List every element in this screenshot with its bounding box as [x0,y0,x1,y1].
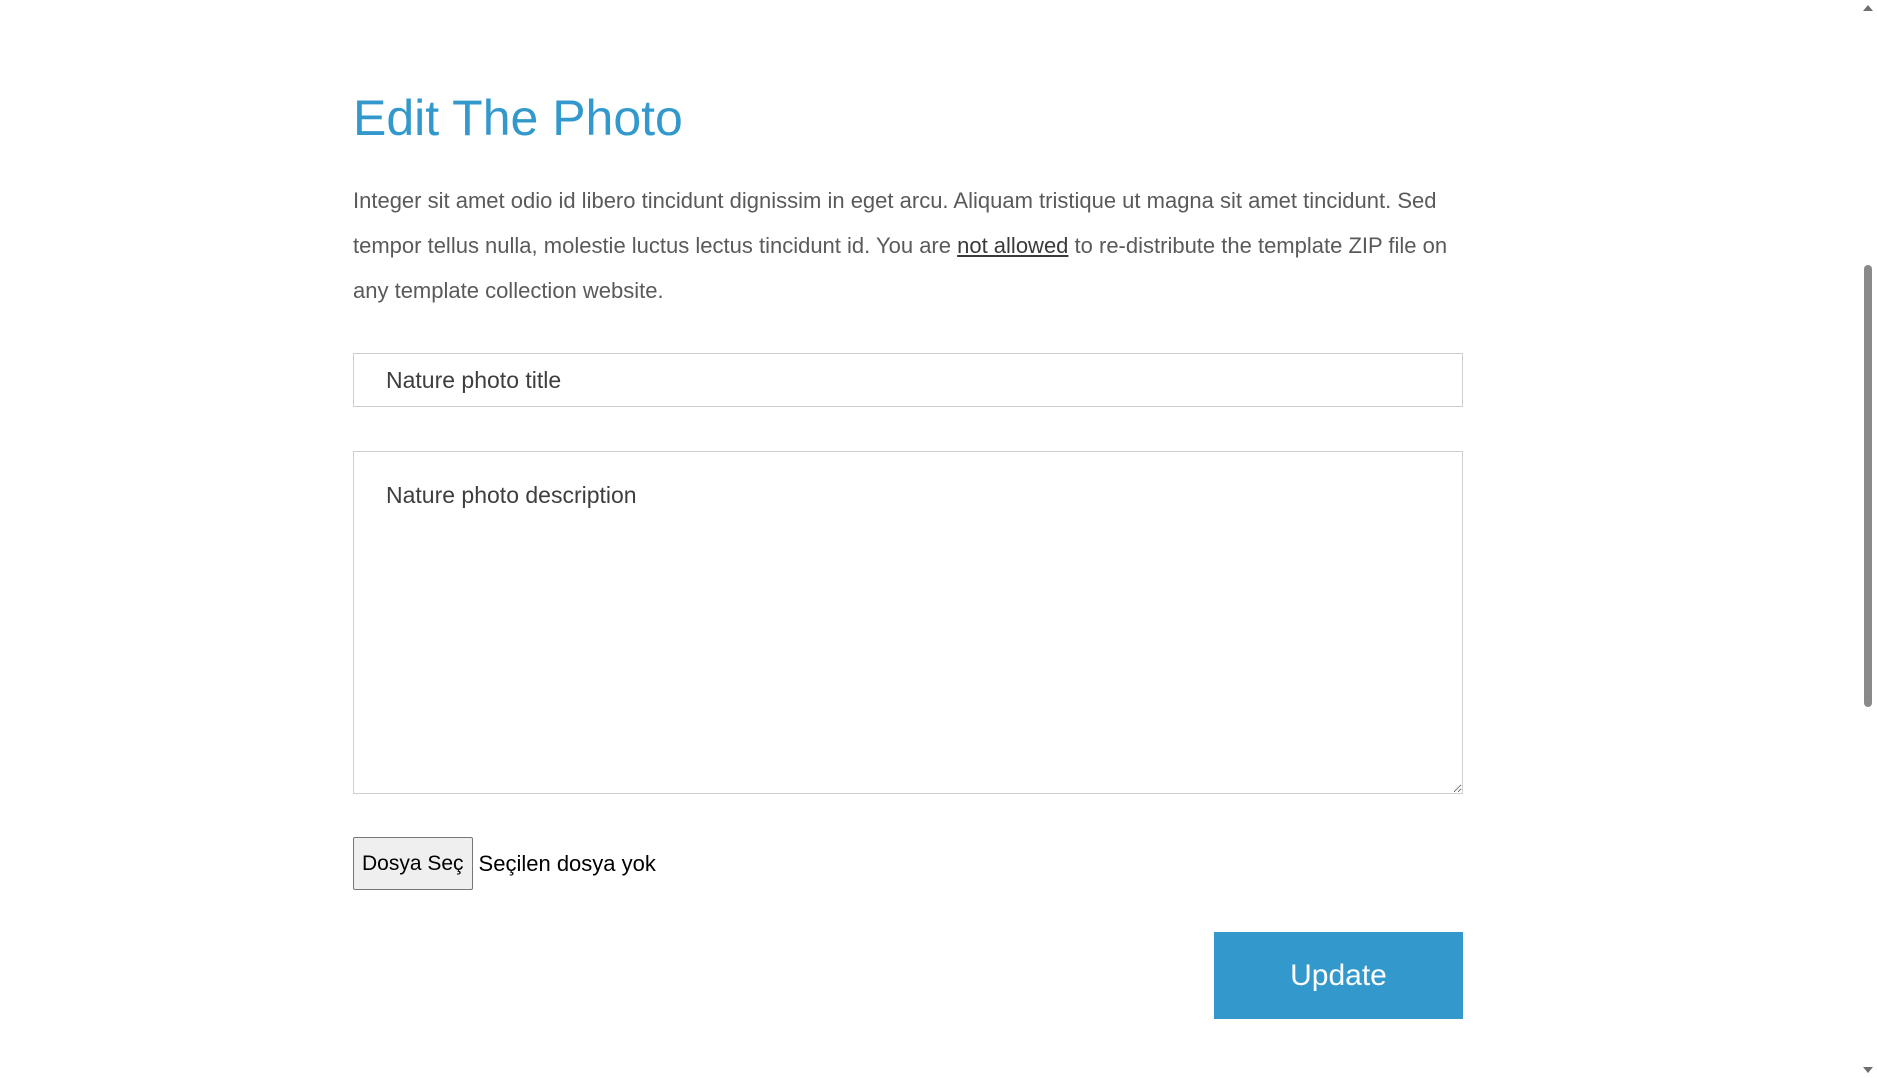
file-status-text: Seçilen dosya yok [478,850,656,876]
file-upload-row: Dosya Seç Seçilen dosya yok [353,837,656,890]
photo-title-input[interactable] [353,353,1463,407]
vertical-scrollbar[interactable] [1859,0,1877,1078]
page-area: Edit The Photo Integer sit amet odio id … [0,0,1859,1078]
not-allowed-emphasis: not allowed [957,233,1069,258]
scroll-thumb[interactable] [1864,265,1872,707]
photo-description-textarea[interactable] [353,451,1463,794]
intro-paragraph: Integer sit amet odio id libero tincidun… [353,178,1473,313]
scroll-up-icon[interactable] [1863,5,1873,11]
scroll-down-icon[interactable] [1863,1067,1873,1073]
page-title: Edit The Photo [353,90,683,146]
update-button[interactable]: Update [1214,932,1463,1019]
choose-file-button[interactable]: Dosya Seç [353,837,473,890]
